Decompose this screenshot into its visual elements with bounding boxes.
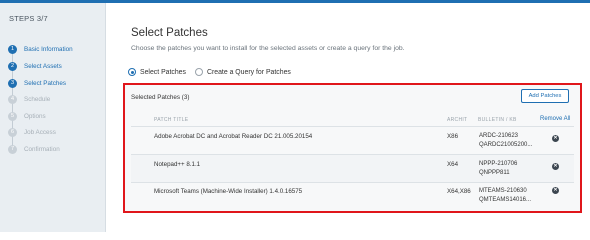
remove-row-icon[interactable]: ✕ — [552, 163, 559, 170]
step-label: Confirmation — [24, 146, 60, 153]
step-number-badge: 4 — [8, 95, 17, 104]
steps-sidebar: STEPS 3/7 1 Basic Information 2 Select A… — [0, 3, 106, 232]
radio-select-patches[interactable] — [128, 68, 136, 76]
page-subtitle: Choose the patches you want to install f… — [131, 45, 405, 52]
bulletin-cell: ARDC-210623 — [479, 133, 519, 139]
step-label: Schedule — [24, 96, 51, 103]
step-schedule[interactable]: 4 Schedule — [8, 94, 50, 105]
step-select-patches[interactable]: 3 Select Patches — [8, 78, 66, 89]
radio-label-create-query[interactable]: Create a Query for Patches — [207, 69, 291, 76]
bulletin-cell: MTEAMS-210630 — [479, 188, 527, 194]
step-confirmation[interactable]: 7 Confirmation — [8, 144, 60, 155]
step-number-badge: 7 — [8, 145, 17, 154]
patch-title-cell: Notepad++ 8.1.1 — [154, 161, 201, 168]
step-label: Job Access — [24, 129, 56, 136]
step-label: Options — [24, 113, 46, 120]
steps-title: STEPS 3/7 — [9, 14, 48, 23]
kb-cell: QNPPP811 — [479, 170, 510, 176]
radio-label-select-patches[interactable]: Select Patches — [140, 69, 186, 76]
architecture-cell: X86 — [447, 133, 459, 140]
step-job-access[interactable]: 6 Job Access — [8, 127, 56, 138]
remove-all-link[interactable]: Remove All — [540, 116, 570, 122]
architecture-cell: X64 — [447, 161, 459, 168]
column-header-bulletin-kb[interactable]: BULLETIN / KB — [478, 117, 517, 123]
patch-title-cell: Adobe Acrobat DC and Acrobat Reader DC 2… — [154, 133, 313, 140]
add-patches-button[interactable]: Add Patches — [521, 89, 569, 103]
table-row: Adobe Acrobat DC and Acrobat Reader DC 2… — [131, 127, 574, 154]
table-row: Microsoft Teams (Machine-Wide Installer)… — [131, 183, 574, 210]
kb-cell: QARDC21005200... — [479, 142, 533, 148]
table-row: Notepad++ 8.1.1 X64 NPPP-210706 QNPPP811… — [131, 155, 574, 182]
remove-row-icon[interactable]: ✕ — [552, 135, 559, 142]
step-number-badge: 6 — [8, 128, 17, 137]
step-number-badge: 2 — [8, 62, 17, 71]
patch-mode-radio-group: Select Patches Create a Query for Patche… — [128, 68, 300, 76]
selected-patches-count: Selected Patches (3) — [131, 94, 190, 101]
column-header-architecture[interactable]: ARCHIT — [447, 117, 467, 123]
step-number-badge: 3 — [8, 79, 17, 88]
bulletin-cell: NPPP-210706 — [479, 161, 518, 167]
remove-row-icon[interactable]: ✕ — [552, 187, 559, 194]
architecture-cell: X64,X86 — [447, 188, 471, 195]
step-basic-information[interactable]: 1 Basic Information — [8, 44, 73, 55]
patch-title-cell: Microsoft Teams (Machine-Wide Installer)… — [154, 188, 303, 195]
page-title: Select Patches — [131, 27, 208, 39]
step-label: Select Patches — [24, 80, 67, 87]
radio-create-query[interactable] — [194, 68, 203, 76]
column-header-patch-title[interactable]: PATCH TITLE — [154, 117, 188, 123]
step-label: Select Assets — [24, 63, 62, 70]
step-label: Basic Information — [24, 46, 73, 53]
step-number-badge: 1 — [8, 45, 17, 54]
step-options[interactable]: 5 Options — [8, 111, 46, 122]
step-number-badge: 5 — [8, 112, 17, 121]
kb-cell: QMTEAMS14016... — [479, 197, 532, 203]
step-select-assets[interactable]: 2 Select Assets — [8, 61, 62, 72]
